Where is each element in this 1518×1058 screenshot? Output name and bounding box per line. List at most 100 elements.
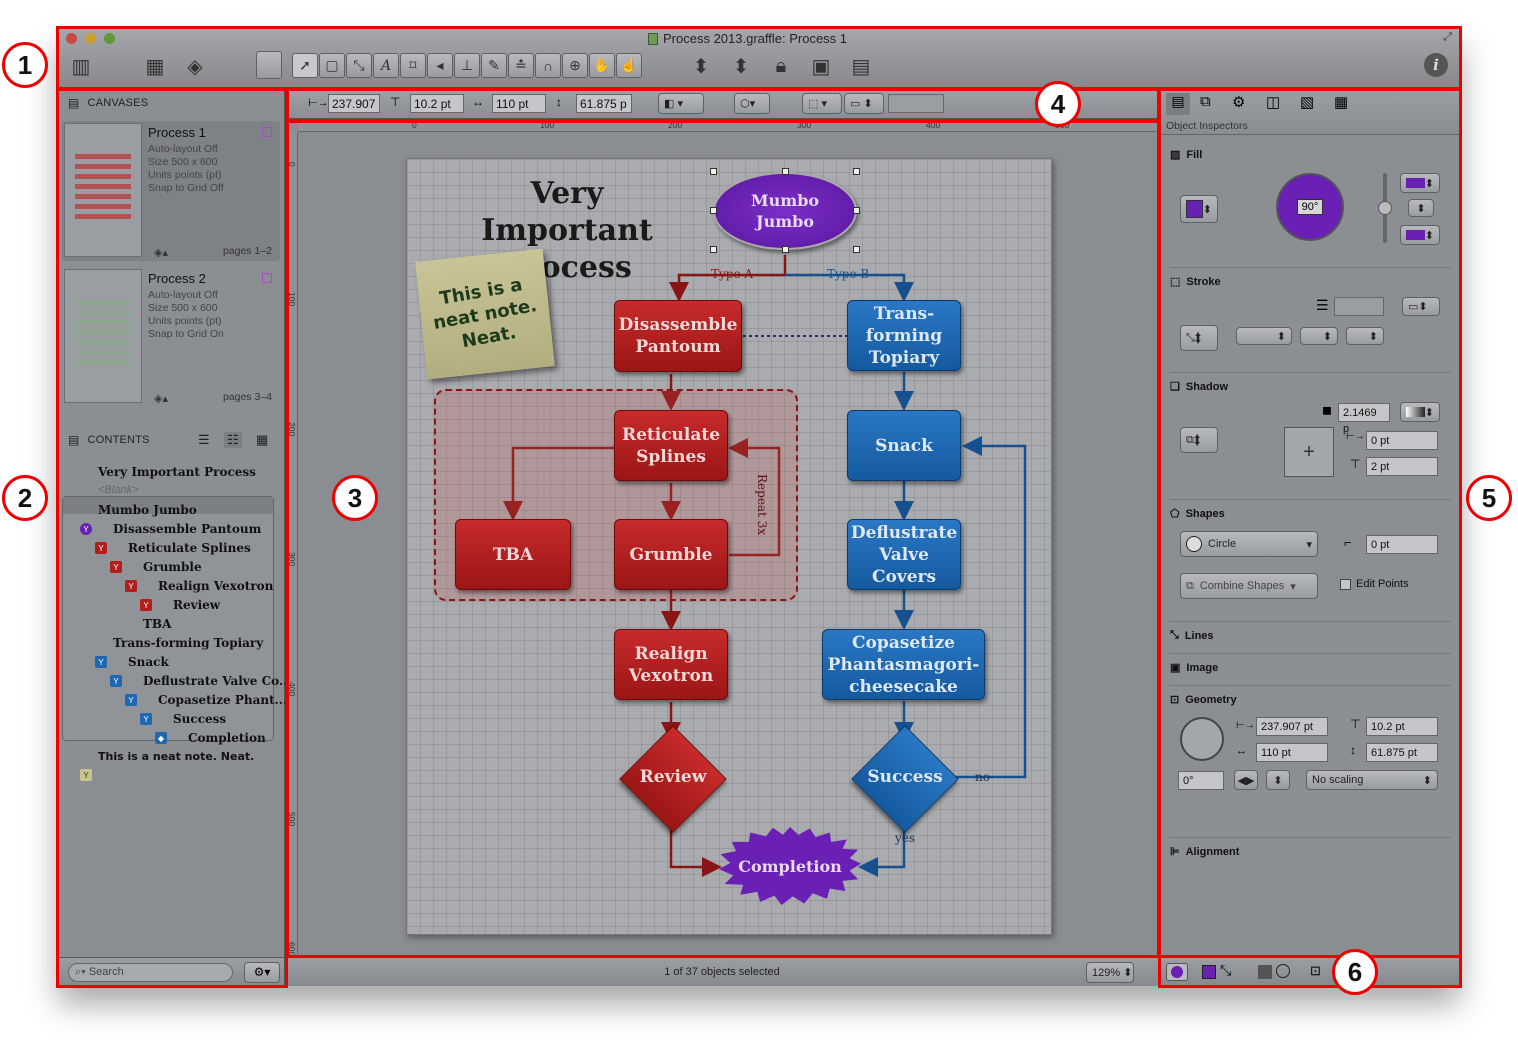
tba-box[interactable]: TBA: [455, 519, 571, 590]
search-field[interactable]: ⌕▾ Search: [68, 963, 233, 982]
stamp-tool-button[interactable]: ◂: [427, 53, 453, 78]
outline-item[interactable]: Completion: [188, 731, 266, 745]
canvas-item-process-2[interactable]: Process 2 Auto-layout Off Size 500 x 600…: [62, 267, 280, 407]
outline-item[interactable]: Grumble: [143, 560, 202, 574]
browse-tool-button[interactable]: ☝: [616, 53, 642, 78]
outline-item[interactable]: Trans-forming Topiary: [113, 636, 263, 650]
magnet-tool-button[interactable]: ∩: [535, 53, 561, 78]
bring-front-icon[interactable]: ⬍: [686, 52, 716, 80]
text-tool-button[interactable]: A: [373, 53, 399, 78]
add-canvas-icon[interactable]: ▦: [140, 52, 170, 80]
selection-handle[interactable]: [710, 168, 717, 175]
line-style-popup[interactable]: ▭ ⬍: [844, 93, 884, 114]
outline-item[interactable]: Snack: [128, 655, 169, 669]
stroke-style-popup[interactable]: ⬚ ▾: [802, 93, 842, 114]
minimize-button[interactable]: [85, 33, 96, 44]
canvas-tab-icon[interactable]: ◫: [1266, 93, 1280, 111]
stroke-cap-popup[interactable]: ⬍: [1300, 327, 1338, 345]
outline-item[interactable]: Success: [173, 712, 226, 726]
x-field[interactable]: 237.907: [328, 94, 380, 113]
selection-handle[interactable]: [853, 246, 860, 253]
sticky-note[interactable]: This is a neat note. Neat.: [415, 248, 555, 380]
style-tab-icon[interactable]: ▤: [1166, 93, 1190, 115]
selection-handle[interactable]: [782, 168, 789, 175]
start-ellipse[interactable]: Mumbo Jumbo: [713, 172, 857, 250]
disassemble-box[interactable]: Disassemble Pantoum: [614, 300, 742, 372]
fill-style-popup[interactable]: ◧ ▾: [658, 93, 704, 114]
zoom-button[interactable]: [104, 33, 115, 44]
canvas-layers-icon[interactable]: ◈▴: [154, 246, 168, 259]
stroke-join-popup[interactable]: ⬍: [1346, 327, 1384, 345]
image-section[interactable]: ▣ Image: [1170, 661, 1218, 675]
line-tool-button[interactable]: ⤡: [346, 53, 372, 78]
shape-tool-button[interactable]: ▢: [319, 53, 345, 78]
properties-tab-icon[interactable]: ⧉: [1200, 93, 1211, 110]
shadow-y-field[interactable]: 2 pt: [1366, 457, 1438, 476]
document-tab-icon[interactable]: ▧: [1300, 93, 1314, 111]
shadow-offset-pad[interactable]: +: [1284, 427, 1334, 477]
canvas-area[interactable]: Very Important Process This is a neat no…: [299, 133, 1158, 956]
fill-style-icon[interactable]: [1202, 965, 1216, 979]
shadow-style-button[interactable]: ⧉⬍: [1180, 427, 1218, 453]
selection-handle[interactable]: [853, 168, 860, 175]
recent-styles-icon[interactable]: [1166, 963, 1188, 981]
shape-style-icon[interactable]: [1276, 964, 1290, 978]
zoom-popup[interactable]: 129% ⬍: [1086, 962, 1134, 983]
swap-colors-button[interactable]: ⬍: [1408, 199, 1434, 217]
fill-section[interactable]: ▨ Fill: [1170, 148, 1202, 162]
width-field[interactable]: 110 pt: [492, 94, 546, 113]
geo-w-field[interactable]: 110 pt: [1256, 743, 1328, 762]
edit-points-checkbox[interactable]: [1340, 579, 1351, 590]
stroke-pattern-popup[interactable]: ▭⬍: [1402, 297, 1440, 316]
stroke-weight-field[interactable]: [1334, 297, 1384, 316]
zoom-tool-button[interactable]: ⊕: [562, 53, 588, 78]
gradient-slider-knob[interactable]: [1378, 201, 1392, 215]
line-style-icon[interactable]: ⤡: [1220, 962, 1231, 979]
rubber-stamp-button[interactable]: ≛: [508, 53, 534, 78]
shadow-blur-field[interactable]: 2.1469 p: [1338, 403, 1390, 435]
snack-box[interactable]: Snack: [847, 410, 961, 481]
text-position-icon[interactable]: ⊡: [1310, 963, 1321, 979]
flip-horizontal-button[interactable]: ◀▶: [1234, 770, 1258, 790]
table-icon[interactable]: ▤: [846, 52, 876, 80]
selection-handle[interactable]: [710, 246, 717, 253]
canvas-item-process-1[interactable]: Process 1 Auto-layout Off Size 500 x 600…: [62, 121, 280, 261]
scaling-popup[interactable]: No scaling ⬍: [1306, 770, 1438, 790]
outline-item[interactable]: Disassemble Pantoum: [113, 522, 261, 536]
send-back-icon[interactable]: ⬍: [726, 52, 756, 80]
gear-tab-icon[interactable]: ⚙: [1232, 93, 1245, 111]
shadow-x-field[interactable]: 0 pt: [1366, 431, 1438, 450]
fullscreen-icon[interactable]: ⤢: [1443, 31, 1452, 44]
combine-shapes-popup[interactable]: ⧉ Combine Shapes ▾: [1180, 573, 1318, 599]
group-icon[interactable]: ▣: [806, 52, 836, 80]
gradient-color-2[interactable]: ⬍: [1400, 225, 1440, 245]
gradient-color-1[interactable]: ⬍: [1400, 173, 1440, 193]
diagram-page[interactable]: Very Important Process This is a neat no…: [406, 158, 1052, 935]
gradient-angle-wheel[interactable]: 90°: [1276, 173, 1344, 241]
layers-icon[interactable]: ◈: [180, 52, 210, 80]
outline-item[interactable]: Very Important Process: [98, 465, 256, 479]
style-well-button[interactable]: [256, 51, 282, 79]
grid-tab-icon[interactable]: ▦: [1334, 93, 1348, 111]
deflustrate-box[interactable]: Deflustrate Valve Covers: [847, 519, 961, 590]
fill-color-well[interactable]: ⬍: [1180, 195, 1218, 223]
flip-vertical-button[interactable]: ⬍: [1266, 770, 1290, 790]
geo-y-field[interactable]: 10.2 pt: [1366, 717, 1438, 736]
transforming-box[interactable]: Trans- forming Topiary: [847, 300, 961, 371]
outline-item[interactable]: Copasetize Phant...: [158, 693, 287, 707]
diagram-tool-button[interactable]: ⊥: [454, 53, 480, 78]
shadow-section[interactable]: ❏ Shadow: [1170, 380, 1228, 394]
outline-item[interactable]: This is a neat note. Neat.: [98, 750, 254, 763]
stroke-style-button[interactable]: ⤡⬍: [1180, 325, 1218, 351]
stroke-section[interactable]: ⬚ Stroke: [1170, 275, 1221, 289]
geo-h-field[interactable]: 61.875 pt: [1366, 743, 1438, 762]
outline-item[interactable]: Review: [173, 598, 220, 612]
geometry-section[interactable]: ⊡ Geometry: [1170, 693, 1237, 707]
style-brush-button[interactable]: ✎: [481, 53, 507, 78]
shapes-section[interactable]: ⬠ Shapes: [1170, 507, 1225, 521]
outline-item[interactable]: Realign Vexotron: [158, 579, 273, 593]
alignment-section[interactable]: ⊫ Alignment: [1170, 845, 1239, 859]
selection-tool-button[interactable]: ➚: [292, 53, 318, 78]
shape-popup[interactable]: Circle ▾: [1180, 531, 1318, 557]
selection-handle[interactable]: [782, 246, 789, 253]
